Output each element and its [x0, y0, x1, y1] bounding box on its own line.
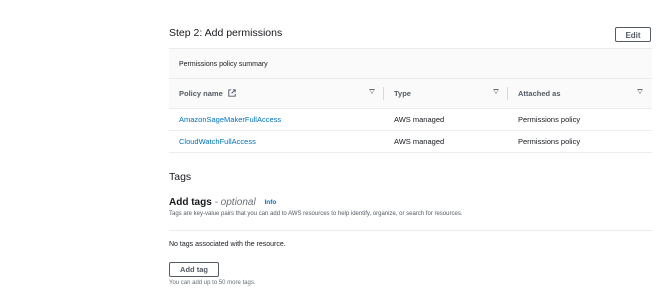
step-title: Step 2: Add permissions [169, 27, 283, 39]
add-tags-heading: Add tags - optional Info [169, 197, 276, 208]
type-cell: AWS managed [384, 108, 508, 131]
external-link-icon [228, 88, 236, 99]
policy-link[interactable]: CloudWatchFullAccess [179, 137, 256, 146]
tags-description: Tags are key-value pairs that you can ad… [169, 211, 463, 217]
tag-limit-hint: You can add up to 50 more tags. [169, 280, 256, 286]
add-tag-button[interactable]: Add tag [169, 262, 219, 277]
info-link[interactable]: Info [264, 199, 276, 206]
policy-link[interactable]: AmazonSageMakerFullAccess [179, 115, 281, 124]
table-row: AmazonSageMakerFullAccess AWS managed Pe… [169, 108, 652, 131]
column-header-label: Type [394, 89, 411, 98]
sort-caret-icon[interactable] [637, 89, 643, 94]
permissions-table: Policy name Type Attached as AmazonSageM… [169, 79, 652, 153]
optional-label: - optional [214, 197, 256, 208]
column-header-label: Policy name [179, 88, 223, 98]
attached-as-cell: Permissions policy [508, 130, 652, 153]
attached-as-cell: Permissions policy [508, 108, 652, 131]
table-row: CloudWatchFullAccess AWS managed Permiss… [169, 130, 652, 153]
column-header-policy-name[interactable]: Policy name [169, 79, 384, 109]
add-tags-label: Add tags [169, 197, 212, 208]
column-header-attached-as[interactable]: Attached as [508, 79, 652, 109]
permissions-summary-panel: Permissions policy summary Policy name T… [169, 48, 652, 153]
edit-button[interactable]: Edit [615, 27, 651, 42]
sort-caret-icon[interactable] [369, 89, 375, 94]
sort-caret-icon[interactable] [493, 89, 499, 94]
table-header-row: Policy name Type Attached as [169, 79, 652, 109]
permissions-summary-title: Permissions policy summary [169, 48, 652, 79]
tags-section-title: Tags [169, 171, 192, 183]
column-header-label: Attached as [518, 89, 561, 98]
policy-name-cell: CloudWatchFullAccess [169, 130, 384, 153]
no-tags-message: No tags associated with the resource. [169, 241, 286, 248]
column-header-type[interactable]: Type [384, 79, 508, 109]
section-divider [169, 230, 652, 231]
type-cell: AWS managed [384, 130, 508, 153]
policy-name-cell: AmazonSageMakerFullAccess [169, 108, 384, 131]
